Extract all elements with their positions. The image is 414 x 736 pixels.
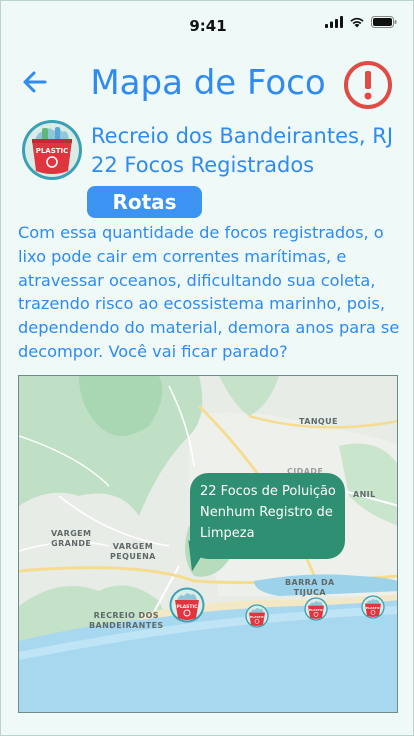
map-marker[interactable]: PLASTIC bbox=[245, 604, 269, 633]
routes-button[interactable]: Rotas bbox=[87, 186, 202, 218]
map-label-vargem-pequena-line2: PEQUENA bbox=[110, 552, 156, 561]
status-bar: 9:41 bbox=[1, 1, 414, 45]
location-name: Recreio dos Bandeirantes, RJ bbox=[91, 124, 394, 148]
marker-label: PLASTIC bbox=[250, 615, 265, 619]
map-label-recreio-line2: BANDEIRANTES bbox=[89, 621, 164, 630]
map-label-anil: ANIL bbox=[353, 490, 376, 499]
marker-label: PLASTIC bbox=[309, 608, 324, 612]
plastic-bin-icon: PLASTIC bbox=[361, 595, 385, 619]
plastic-bin-icon: PLASTIC bbox=[304, 597, 328, 621]
map-label-barra-line1: BARRA DA bbox=[285, 578, 335, 587]
exclamation-circle-icon bbox=[344, 61, 392, 109]
wifi-icon bbox=[350, 17, 364, 28]
signal-icon bbox=[325, 16, 343, 28]
map-marker[interactable]: PLASTIC bbox=[304, 597, 328, 626]
plastic-bin-icon: PLASTIC bbox=[22, 120, 82, 180]
marker-label: PLASTIC bbox=[177, 604, 199, 610]
plastic-bin-icon: PLASTIC bbox=[169, 587, 205, 623]
status-icons bbox=[325, 16, 397, 28]
map-marker-selected[interactable]: PLASTIC bbox=[169, 587, 205, 628]
avatar-label: PLASTIC bbox=[36, 147, 69, 155]
battery-icon bbox=[371, 16, 397, 28]
map-label-vargem-grande-line1: VARGEM bbox=[51, 529, 92, 538]
map-label-tanque: TANQUE bbox=[299, 417, 338, 426]
map-marker[interactable]: PLASTIC bbox=[361, 595, 385, 624]
location-info: PLASTIC Recreio dos Bandeirantes, RJ 22 … bbox=[21, 119, 414, 219]
map-label-recreio-line1: RECREIO DOS bbox=[93, 611, 159, 620]
tooltip-line-3: Limpeza bbox=[200, 526, 255, 541]
location-avatar: PLASTIC bbox=[21, 119, 83, 181]
tooltip-line-2: Nenhum Registro de bbox=[200, 505, 333, 520]
focus-count: 22 Focos Registrados bbox=[91, 153, 315, 177]
pollution-map[interactable]: TANQUE CIDADE ANIL VARGEM GRANDE VARGEM … bbox=[18, 375, 398, 713]
map-label-vargem-pequena: VARGEM PEQUENA bbox=[110, 542, 156, 562]
plastic-bin-icon: PLASTIC bbox=[245, 604, 269, 628]
alert-button[interactable] bbox=[342, 59, 394, 111]
map-label-barra-da-tijuca: BARRA DA TIJUCA bbox=[285, 578, 335, 598]
header: Mapa de Foco bbox=[1, 56, 414, 112]
map-label-vargem-grande: VARGEM GRANDE bbox=[51, 529, 91, 549]
map-label-recreio: RECREIO DOS BANDEIRANTES bbox=[89, 611, 164, 631]
tooltip-line-1: 22 Focos de Poluição bbox=[200, 484, 336, 499]
map-label-vargem-grande-line2: GRANDE bbox=[51, 539, 92, 548]
description-text: Com essa quantidade de focos registrados… bbox=[18, 223, 400, 361]
map-tooltip: 22 Focos de Poluição Nenhum Registro de … bbox=[190, 473, 345, 559]
marker-label: PLASTIC bbox=[366, 606, 381, 610]
map-label-vargem-pequena-line1: VARGEM bbox=[112, 542, 154, 551]
